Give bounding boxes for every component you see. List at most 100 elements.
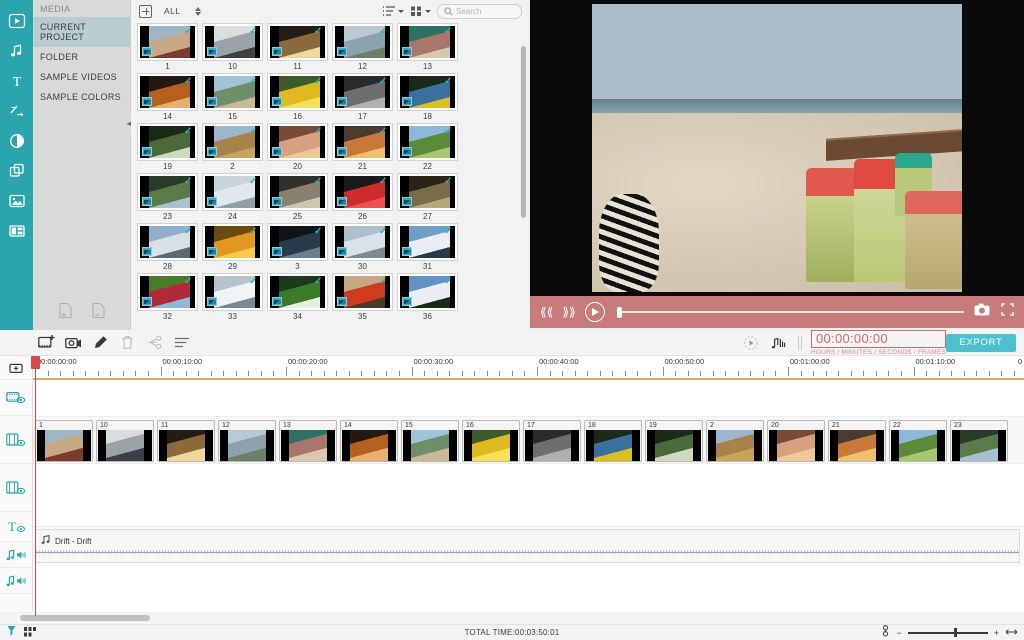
media-item[interactable]: ✓ 25	[265, 174, 330, 221]
track-head-audio-1[interactable]	[0, 542, 32, 568]
sort-stepper-icon[interactable]	[194, 6, 201, 16]
media-thumbnail[interactable]: ✓	[398, 24, 457, 60]
media-item[interactable]: ✓ 26	[330, 174, 395, 221]
media-item[interactable]: ✓ 3	[265, 224, 330, 271]
media-checkmark-icon[interactable]: ✓	[444, 177, 453, 187]
media-grid-scrollbar[interactable]	[521, 46, 526, 218]
media-checkmark-icon[interactable]: ✓	[184, 77, 193, 87]
media-thumbnail[interactable]: ✓	[138, 174, 197, 210]
timeline-clip[interactable]: 19	[645, 420, 703, 462]
media-checkmark-icon[interactable]: ✓	[444, 227, 453, 237]
track-head-add[interactable]	[0, 356, 32, 380]
media-thumbnail[interactable]: ✓	[138, 24, 197, 60]
audio-track[interactable]: Drift - Drift	[33, 526, 1024, 566]
media-thumbnail[interactable]: ✓	[333, 74, 392, 110]
overlays-tab[interactable]	[4, 158, 30, 184]
media-thumbnail[interactable]: ✓	[203, 174, 262, 210]
media-item[interactable]: ✓ 30	[330, 224, 395, 271]
media-checkmark-icon[interactable]: ✓	[249, 77, 258, 87]
transitions-tab[interactable]	[4, 98, 30, 124]
media-item[interactable]: ✓ 18	[395, 74, 460, 121]
timeline-hscroll-area[interactable]	[0, 612, 1024, 624]
media-checkmark-icon[interactable]: ✓	[379, 127, 388, 137]
media-thumbnail[interactable]: ✓	[138, 74, 197, 110]
media-checkmark-icon[interactable]: ✓	[379, 227, 388, 237]
filters-tab[interactable]	[4, 128, 30, 154]
media-item[interactable]: ✓ 23	[135, 174, 200, 221]
skip-previous-icon[interactable]: ⟪⟪	[540, 306, 553, 318]
audio-tab[interactable]	[4, 38, 30, 64]
media-checkmark-icon[interactable]: ✓	[314, 227, 323, 237]
skip-next-icon[interactable]: ⟫⟫	[562, 306, 575, 318]
sidebar-item-current-project[interactable]: CURRENT PROJECT	[33, 17, 130, 47]
timeline-clip[interactable]: 20	[767, 420, 825, 462]
media-item[interactable]: ✓ 24	[200, 174, 265, 221]
media-checkmark-icon[interactable]: ✓	[184, 27, 193, 37]
media-item[interactable]: ✓ 21	[330, 124, 395, 171]
timeline-clip[interactable]: 21	[828, 420, 886, 462]
media-filter-label[interactable]: ALL	[164, 6, 181, 16]
media-checkmark-icon[interactable]: ✓	[184, 127, 193, 137]
timeline-hscrollbar[interactable]	[20, 615, 150, 621]
timeline-clip[interactable]: 14	[340, 420, 398, 462]
media-item[interactable]: ✓ 10	[200, 24, 265, 71]
media-checkmark-icon[interactable]: ✓	[379, 277, 388, 287]
video-track[interactable]: 1 10 11 12 13 14 15 16 17 18 19 2 20 21 22 23	[33, 416, 1024, 464]
media-tab[interactable]	[4, 8, 30, 34]
media-checkmark-icon[interactable]: ✓	[249, 177, 258, 187]
media-item[interactable]: ✓ 16	[265, 74, 330, 121]
media-thumbnail[interactable]: ✓	[138, 124, 197, 160]
media-checkmark-icon[interactable]: ✓	[314, 127, 323, 137]
media-thumbnail[interactable]: ✓	[398, 174, 457, 210]
media-item[interactable]: ✓ 13	[395, 24, 460, 71]
media-item[interactable]: ✓ 1	[135, 24, 200, 71]
media-thumbnail[interactable]: ✓	[398, 224, 457, 260]
media-item[interactable]: ✓ 27	[395, 174, 460, 221]
add-media-icon[interactable]	[139, 4, 152, 18]
seek-bar[interactable]	[616, 302, 964, 322]
search-input[interactable]: Search	[437, 3, 522, 19]
audio-clip[interactable]: Drift - Drift	[35, 529, 1020, 563]
media-item[interactable]: ✓ 17	[330, 74, 395, 121]
media-thumbnail[interactable]: ✓	[138, 274, 197, 310]
media-checkmark-icon[interactable]: ✓	[444, 277, 453, 287]
media-thumbnail[interactable]: ✓	[398, 74, 457, 110]
titles-tab[interactable]: T	[4, 68, 30, 94]
media-thumbnail[interactable]: ✓	[268, 24, 327, 60]
media-thumbnail[interactable]: ✓	[268, 274, 327, 310]
media-grid-scroll-area[interactable]: ✓ 1 ✓ 10 ✓ 11 ✓ 12 ✓ 13 ✓ 14 ✓ 15 ✓ 16 ✓ 17 ✓ 18 ✓ 19 ✓ 2 ✓ 20 ✓ 21…	[131, 22, 530, 330]
media-item[interactable]: ✓ 35	[330, 274, 395, 321]
media-thumbnail[interactable]: ✓	[203, 224, 262, 260]
media-checkmark-icon[interactable]: ✓	[444, 127, 453, 137]
media-thumbnail[interactable]: ✓	[268, 174, 327, 210]
remove-file-icon[interactable]	[91, 302, 106, 324]
timeline-clip[interactable]: 10	[96, 420, 154, 462]
track-head-audio-2[interactable]	[0, 568, 32, 594]
media-thumbnail[interactable]: ✓	[203, 124, 262, 160]
track-head-overlay[interactable]	[0, 380, 32, 416]
media-checkmark-icon[interactable]: ✓	[379, 177, 388, 187]
timeline-clip[interactable]: 17	[523, 420, 581, 462]
zoom-slider-handle[interactable]	[953, 628, 957, 637]
media-thumbnail[interactable]: ✓	[138, 224, 197, 260]
media-thumbnail[interactable]: ✓	[268, 124, 327, 160]
media-item[interactable]: ✓ 22	[395, 124, 460, 171]
track-head-video-2[interactable]	[0, 464, 32, 512]
timeline-clip[interactable]: 22	[889, 420, 947, 462]
media-item[interactable]: ✓ 31	[395, 224, 460, 271]
timecode-display[interactable]: 00:00:00:00	[810, 329, 946, 348]
media-checkmark-icon[interactable]: ✓	[444, 77, 453, 87]
media-thumbnail[interactable]: ✓	[333, 224, 392, 260]
media-thumbnail[interactable]: ✓	[203, 74, 262, 110]
export-button[interactable]: EXPORT	[946, 333, 1016, 352]
timeline-clip[interactable]: 15	[401, 420, 459, 462]
add-clip-icon[interactable]	[33, 335, 60, 350]
media-item[interactable]: ✓ 20	[265, 124, 330, 171]
sidebar-item-sample-videos[interactable]: SAMPLE VIDEOS	[33, 67, 130, 87]
camera-record-icon[interactable]	[60, 336, 87, 350]
media-item[interactable]: ✓ 14	[135, 74, 200, 121]
split-screen-tab[interactable]	[4, 218, 30, 244]
list-view-icon[interactable]	[382, 5, 404, 17]
sliders-icon[interactable]	[168, 336, 195, 349]
media-item[interactable]: ✓ 32	[135, 274, 200, 321]
